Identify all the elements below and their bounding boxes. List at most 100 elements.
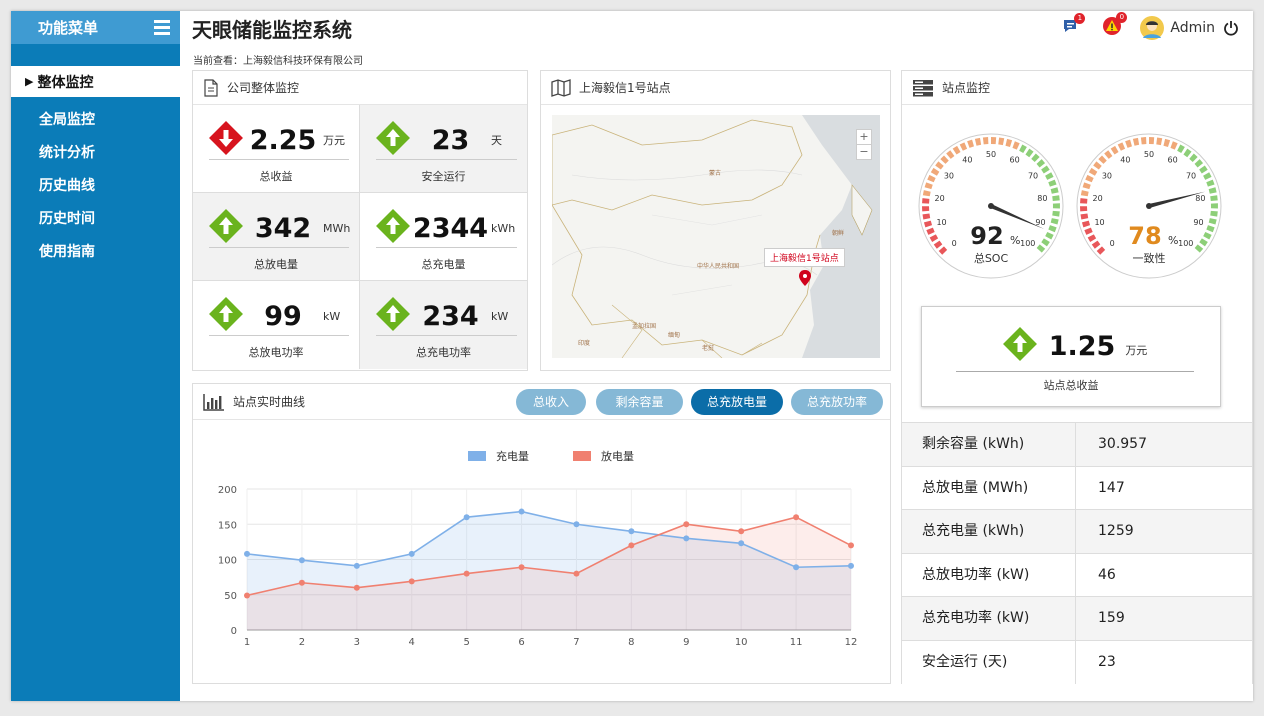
data-point[interactable] — [353, 562, 360, 569]
map-label-bangladesh: 孟加拉国 — [632, 322, 656, 330]
gauge-tick-label: 70 — [1186, 171, 1196, 180]
tab-total-power[interactable]: 总充放功率 — [791, 389, 883, 415]
data-point[interactable] — [848, 542, 854, 549]
data-point[interactable] — [244, 592, 250, 599]
data-point[interactable] — [848, 562, 854, 569]
x-tick-label: 5 — [463, 637, 469, 648]
panel-title: 上海毅信1号站点 — [579, 81, 671, 95]
stat-card-charge: 2344 kWh 总充电量 — [360, 193, 527, 281]
data-point[interactable] — [683, 535, 690, 542]
station-table-value: 30.957 — [1098, 436, 1147, 452]
map-label-myanmar: 缅甸 — [668, 331, 680, 339]
y-tick-label: 100 — [218, 556, 237, 567]
x-tick-label: 1 — [244, 637, 250, 648]
data-point[interactable] — [244, 550, 250, 557]
realtime-curve-panel: 站点实时曲线 总收入 剩余容量 总充放电量 总充放功率 充电量 放电量 0 50 1… — [192, 383, 891, 684]
map-view[interactable]: 蒙古 中华人民共和国 朝鲜 孟加拉国 缅甸 老挝 印度 + − 上海毅信1号站点 — [552, 115, 880, 358]
gauge-tick-label: 40 — [962, 156, 972, 165]
map-marker-label[interactable]: 上海毅信1号站点 — [764, 248, 845, 267]
x-tick-label: 11 — [790, 637, 803, 648]
map-label-north-korea: 朝鲜 — [832, 229, 844, 237]
tab-remaining-capacity[interactable]: 剩余容量 — [596, 389, 683, 415]
zoom-in-button[interactable]: + — [857, 130, 871, 144]
data-point[interactable] — [738, 540, 745, 547]
tab-total-income[interactable]: 总收入 — [516, 389, 586, 415]
data-point[interactable] — [353, 584, 360, 591]
data-point[interactable] — [298, 579, 305, 586]
station-table-row: 总放电功率 (kW) 46 — [902, 552, 1252, 597]
data-point[interactable] — [793, 514, 800, 521]
alerts-badge: 0 — [1116, 12, 1128, 23]
station-table-value: 159 — [1098, 610, 1125, 626]
data-point[interactable] — [463, 570, 470, 577]
data-point[interactable] — [573, 521, 580, 528]
x-tick-label: 8 — [628, 637, 634, 648]
map-zoom-control: + − — [856, 129, 872, 160]
station-table-value: 23 — [1098, 653, 1116, 670]
gauge-tick-label: 80 — [1037, 194, 1047, 203]
user-name: Admin — [1170, 20, 1215, 36]
data-point[interactable] — [408, 578, 415, 585]
overall-monitor-panel: 公司整体监控 2.25 万元 总收益 23 天 安全运行 342 MWh 总放电量 2… — [192, 70, 528, 371]
station-income-value: 1.25 — [1048, 330, 1116, 362]
gauge-hub — [988, 203, 994, 209]
station-table-label: 总充电量 (kWh) — [902, 510, 1076, 553]
data-point[interactable] — [738, 528, 745, 535]
panel-title: 站点实时曲线 — [233, 395, 306, 409]
data-point[interactable] — [573, 570, 580, 577]
sidebar-item-guide[interactable]: 使用指南 — [11, 241, 180, 274]
sidebar-item-overall[interactable]: ▶ 整体监控 — [11, 66, 180, 97]
menu-toggle-icon[interactable] — [154, 20, 170, 35]
arrow-down-icon — [209, 121, 243, 159]
data-point[interactable] — [518, 508, 525, 515]
data-point[interactable] — [298, 557, 305, 564]
page-title: 天眼储能监控系统 — [192, 18, 352, 42]
messages-button[interactable]: 1 — [1062, 13, 1086, 38]
x-tick-label: 10 — [735, 637, 748, 648]
map-label-laos: 老挝 — [702, 344, 714, 352]
gauge-band-segment — [1080, 206, 1088, 212]
map-icon — [551, 78, 571, 97]
data-point[interactable] — [518, 564, 525, 571]
gauge-tick-label: 30 — [944, 171, 954, 180]
arrow-up-icon — [209, 209, 243, 247]
x-tick-label: 7 — [573, 637, 579, 648]
station-monitor-panel: 站点监控 0 10 20 30 40 50 60 70 80 90 100 92% 总SOC 0 10 20… — [901, 70, 1253, 684]
gauge-band-segment — [982, 137, 989, 145]
map-label-india: 印度 — [578, 339, 590, 347]
server-icon — [913, 79, 933, 96]
gauge-band-segment — [1052, 203, 1060, 209]
gauge-band-segment — [922, 198, 930, 204]
data-point[interactable] — [628, 542, 635, 549]
app-window: 功能菜单 ▶ 整体监控 全局监控 统计分析 历史曲线 历史时间 使用指南 天眼储… — [11, 11, 1253, 701]
sidebar-header: 功能菜单 — [11, 11, 180, 44]
gauge-tick-label: 90 — [1193, 218, 1203, 227]
power-icon[interactable] — [1223, 20, 1239, 36]
gauge-label: 总SOC — [974, 251, 1009, 265]
data-point[interactable] — [793, 564, 800, 571]
data-point[interactable] — [463, 514, 470, 521]
sidebar-item-history-time[interactable]: 历史时间 — [11, 208, 180, 241]
tab-total-charge-discharge[interactable]: 总充放电量 — [691, 389, 783, 415]
user-menu[interactable]: Admin — [1140, 16, 1239, 40]
gauge-tick-label: 100 — [1178, 239, 1193, 248]
data-point[interactable] — [408, 550, 415, 557]
station-table-row: 总充电功率 (kW) 159 — [902, 596, 1252, 640]
zoom-out-button[interactable]: − — [857, 144, 871, 159]
stat-card-discharge-power: 99 kW 总放电功率 — [193, 281, 360, 369]
gauge-tick-label: 20 — [935, 194, 945, 203]
stat-card-safe-days: 23 天 安全运行 — [360, 105, 527, 193]
data-point[interactable] — [683, 521, 690, 528]
sidebar-item-history-curve[interactable]: 历史曲线 — [11, 175, 180, 208]
station-income-label: 站点总收益 — [1043, 379, 1099, 392]
alerts-button[interactable]: 0 — [1102, 12, 1128, 39]
sidebar-item-global[interactable]: 全局监控 — [11, 109, 180, 142]
stat-card-charge-power: 234 kW 总充电功率 — [360, 281, 527, 369]
arrow-up-icon — [1002, 327, 1037, 365]
sidebar-item-statistics[interactable]: 统计分析 — [11, 142, 180, 175]
data-point[interactable] — [628, 528, 635, 535]
gauge-tick-label: 40 — [1120, 156, 1130, 165]
station-table-value: 1259 — [1098, 523, 1134, 539]
gauge-tick-label: 0 — [952, 239, 957, 248]
panel-header: 公司整体监控 — [193, 71, 527, 105]
